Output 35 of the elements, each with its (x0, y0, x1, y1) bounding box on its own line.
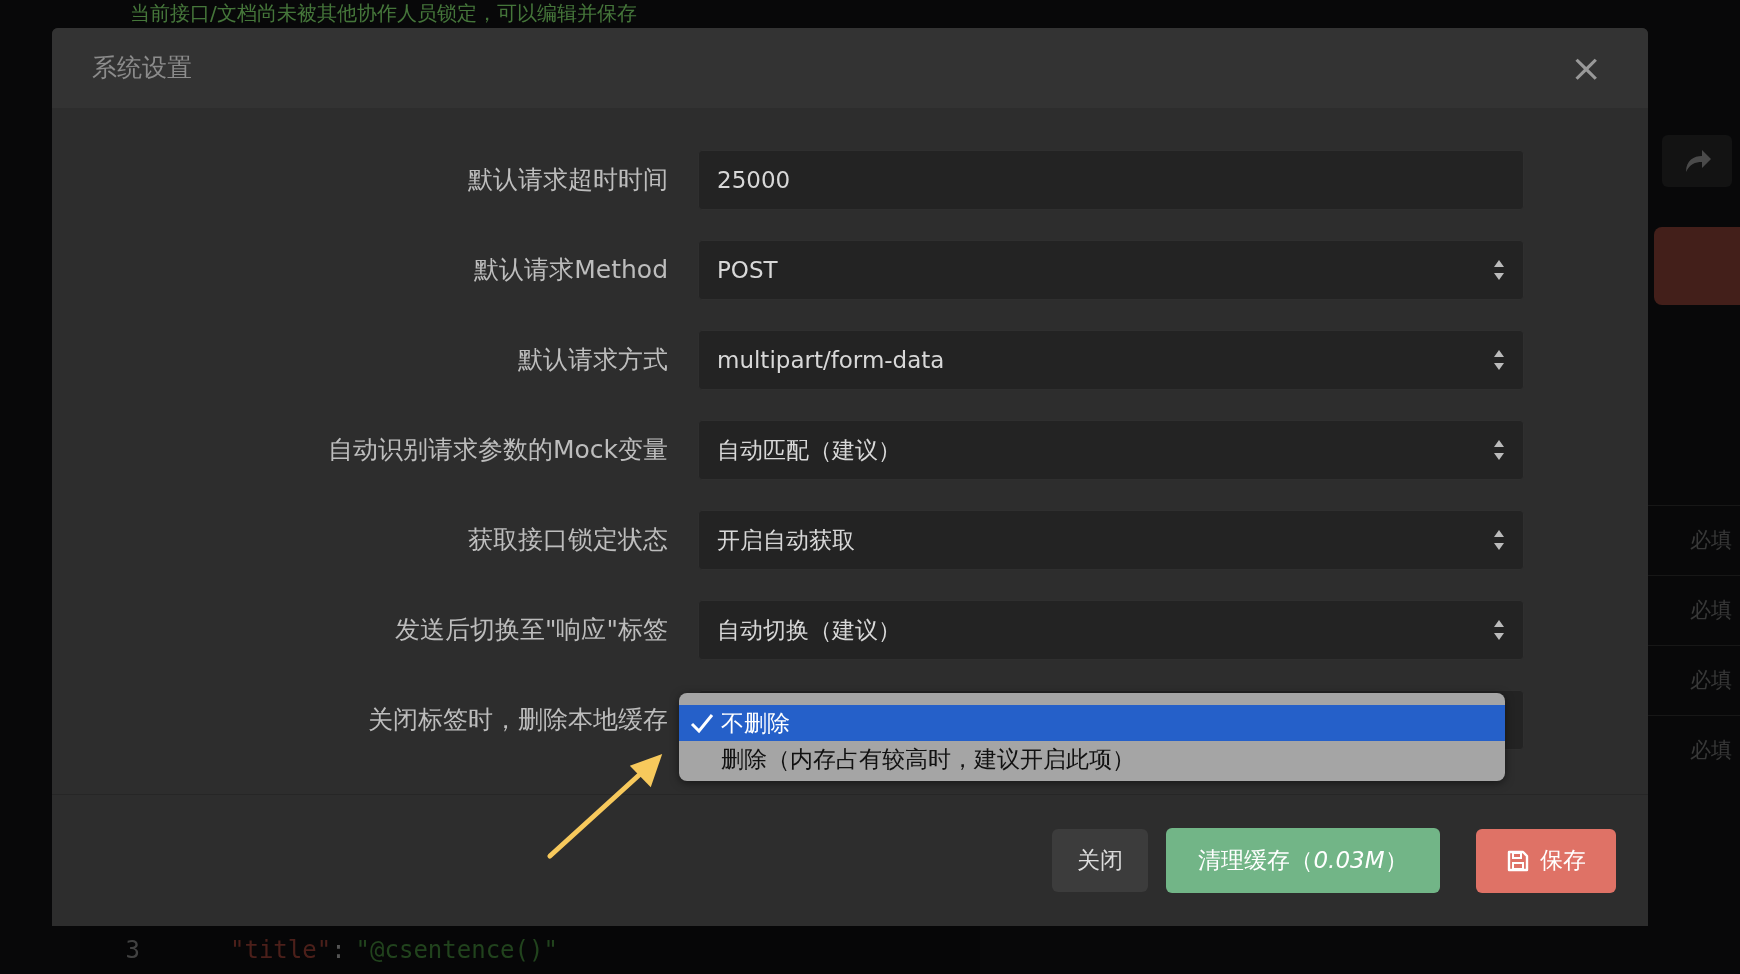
code-colon: : (331, 935, 346, 966)
field-label: 获取接口锁定状态 (467, 524, 669, 557)
select-value: 开启自动获取 (717, 525, 855, 555)
select-value: multipart/form-data (717, 345, 945, 375)
updown-arrows-icon (1493, 529, 1505, 551)
select-value: POST (717, 255, 778, 285)
code-key: "title" (230, 932, 332, 968)
select-field[interactable]: 开启自动获取 (698, 510, 1524, 570)
line-number: 3 (124, 935, 140, 966)
code-value: "@csentence()" (355, 935, 558, 966)
dialog-title: 系统设置 (92, 52, 192, 85)
field-label: 自动识别请求参数的Mock变量 (326, 434, 669, 467)
dropdown-option[interactable]: 不删除 (679, 705, 1505, 741)
updown-arrows-icon (1493, 619, 1505, 641)
select-field[interactable]: 自动切换（建议） (698, 600, 1524, 660)
select-field[interactable]: POST (698, 240, 1524, 300)
updown-arrows-icon (1493, 259, 1505, 281)
select-value: 自动切换（建议） (717, 615, 901, 645)
close-button[interactable]: 关闭 (1052, 829, 1148, 892)
input-field[interactable]: 25000 (698, 150, 1524, 210)
select-field[interactable]: multipart/form-data (698, 330, 1524, 390)
field-label: 默认请求超时时间 (467, 164, 669, 197)
field-label: 默认请求方式 (517, 344, 669, 377)
close-button[interactable]: × (1564, 48, 1608, 88)
dropdown-option[interactable]: 删除（内存占有较高时，建议开启此项） (679, 741, 1505, 777)
field-label: 默认请求Method (473, 254, 669, 287)
notice-text: 当前接口/文档尚未被其他协作人员锁定，可以编辑并保存 (129, 0, 638, 26)
select-value: 自动匹配（建议） (717, 435, 901, 465)
updown-arrows-icon (1493, 439, 1505, 461)
field-label: 关闭标签时，删除本地缓存 (367, 704, 669, 737)
field-label: 发送后切换至"响应"标签 (394, 614, 669, 647)
select-field[interactable]: 自动匹配（建议） (698, 420, 1524, 480)
redo-button[interactable] (1662, 135, 1732, 187)
updown-arrows-icon (1493, 349, 1505, 371)
checkmark-icon (689, 712, 715, 734)
